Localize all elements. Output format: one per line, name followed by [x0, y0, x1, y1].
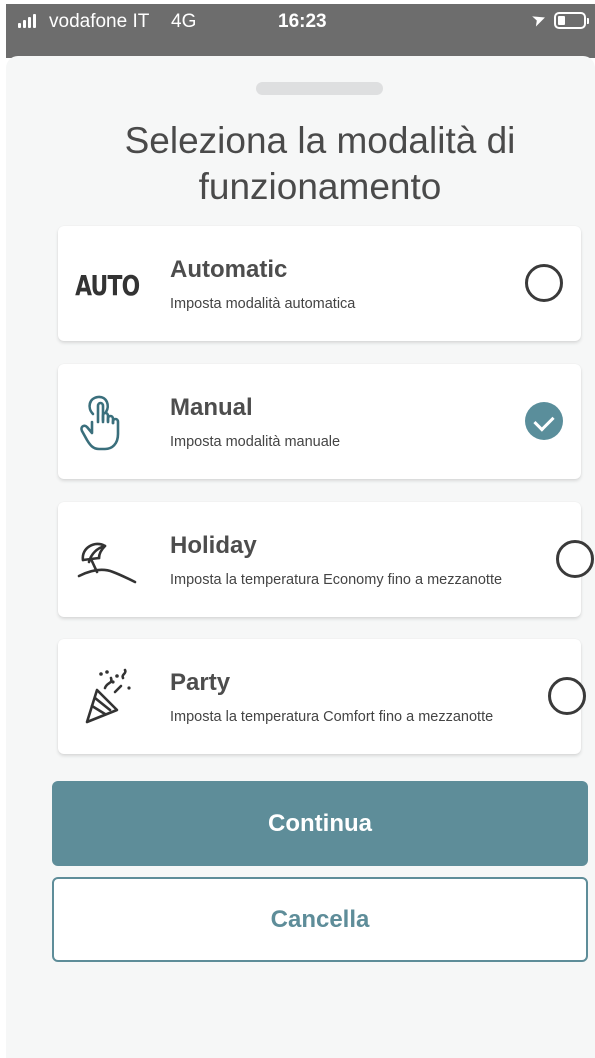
party-popper-icon — [76, 667, 138, 729]
auto-icon: AUTO — [74, 254, 140, 316]
hand-tap-icon — [76, 392, 138, 454]
mode-option-holiday[interactable]: Holiday Imposta la temperatura Economy f… — [58, 502, 594, 617]
signal-strength-icon — [18, 14, 36, 28]
beach-umbrella-icon — [76, 530, 138, 592]
clock: 16:23 — [278, 11, 327, 32]
continue-button[interactable]: Continua — [52, 781, 588, 866]
mode-title: Automatic — [170, 256, 288, 283]
mode-title: Holiday — [170, 532, 257, 559]
mode-title: Party — [170, 669, 231, 696]
status-bar: vodafone IT 4G 16:23 ➤ — [6, 4, 595, 58]
screen: vodafone IT 4G 16:23 ➤ Seleziona la moda… — [0, 0, 595, 1058]
radio-holiday[interactable] — [556, 540, 594, 578]
mode-description: Imposta modalità manuale — [170, 434, 341, 450]
mode-description: Imposta la temperatura Comfort fino a me… — [170, 709, 494, 725]
mode-option-party[interactable]: Party Imposta la temperatura Comfort fin… — [58, 639, 586, 754]
mode-description: Imposta modalità automatica — [170, 296, 356, 312]
cancel-button[interactable]: Cancella — [52, 877, 588, 962]
battery-icon — [554, 12, 589, 29]
network-type: 4G — [171, 11, 197, 32]
radio-manual-checked[interactable] — [525, 402, 563, 440]
location-arrow-icon: ➤ — [529, 8, 549, 31]
carrier-name: vodafone IT — [49, 11, 150, 32]
page-title: Seleziona la modalità di funzionamento — [124, 120, 516, 207]
radio-party[interactable] — [548, 677, 586, 715]
auto-icon-label: AUTO — [74, 268, 140, 302]
mode-description: Imposta la temperatura Economy fino a me… — [170, 572, 503, 588]
radio-automatic[interactable] — [525, 264, 563, 302]
mode-option-automatic[interactable]: AUTO Automatic Imposta modalità automati… — [58, 226, 581, 341]
sheet-grabber[interactable] — [256, 82, 383, 95]
mode-title: Manual — [170, 394, 253, 421]
mode-option-manual[interactable]: Manual Imposta modalità manuale — [58, 364, 581, 479]
